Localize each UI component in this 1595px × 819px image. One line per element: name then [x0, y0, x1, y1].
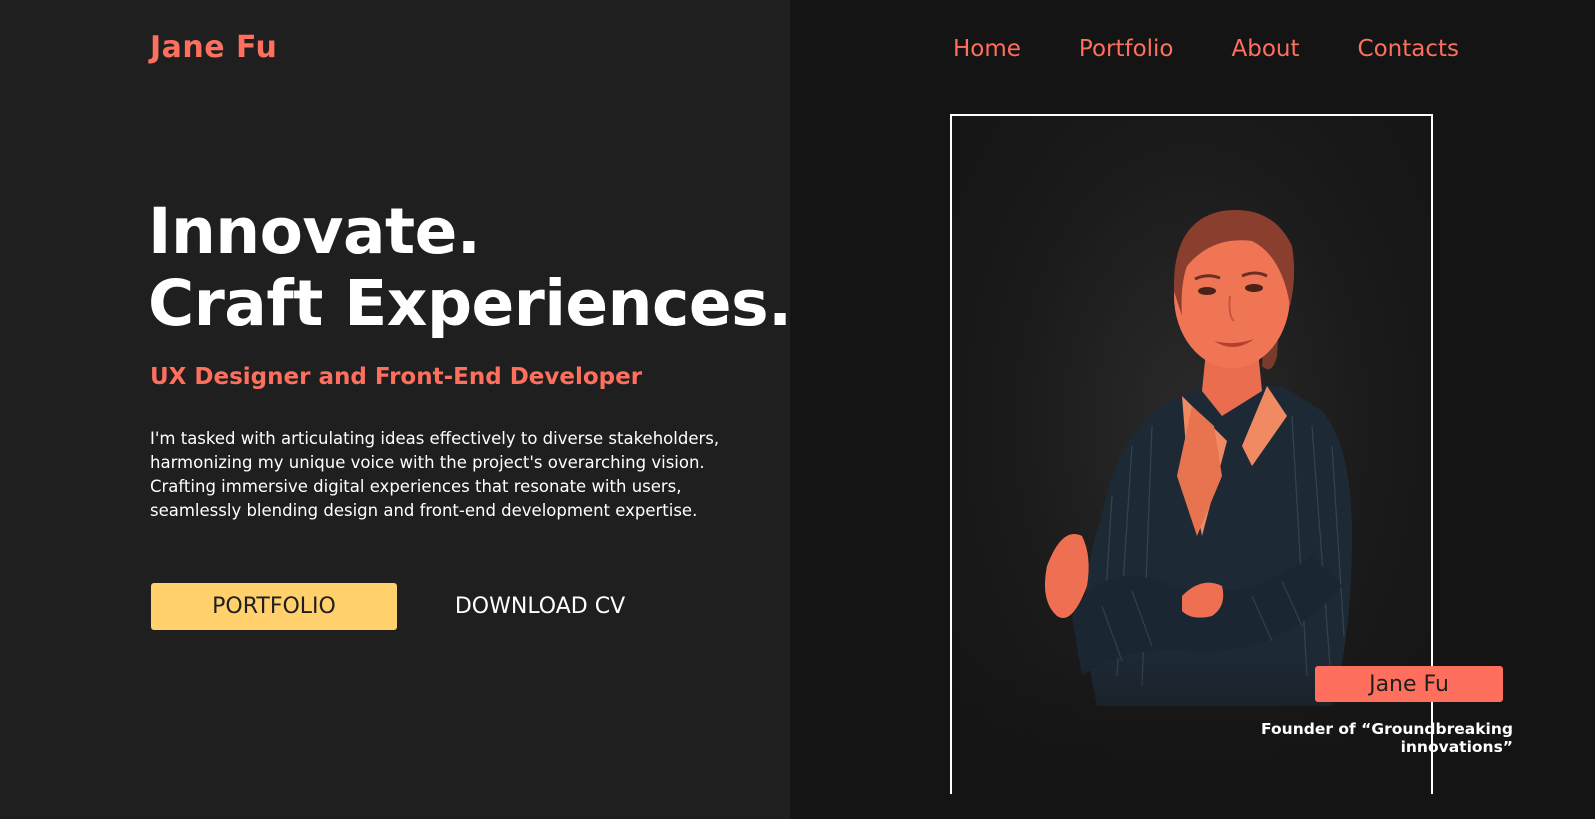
- name-tag: Jane Fu: [1315, 666, 1503, 702]
- nav-home[interactable]: Home: [953, 36, 1021, 62]
- nav-about[interactable]: About: [1232, 36, 1300, 62]
- headline-line-2: Craft Experiences.: [148, 267, 792, 340]
- main-nav: Home Portfolio About Contacts: [953, 36, 1459, 62]
- left-panel: [0, 0, 790, 819]
- hero-headline: Innovate. Craft Experiences.: [148, 196, 792, 340]
- hero-subtitle: UX Designer and Front-End Developer: [150, 364, 643, 390]
- portfolio-button[interactable]: PORTFOLIO: [151, 583, 397, 630]
- headline-line-1: Innovate.: [148, 195, 481, 268]
- nav-contacts[interactable]: Contacts: [1358, 36, 1459, 62]
- logo[interactable]: Jane Fu: [150, 30, 277, 65]
- hero-description: I'm tasked with articulating ideas effec…: [150, 429, 720, 520]
- founder-caption: Founder of “Groundbreaking innovations”: [1261, 720, 1513, 756]
- nav-portfolio[interactable]: Portfolio: [1079, 36, 1174, 62]
- download-cv-button[interactable]: DOWNLOAD CV: [440, 583, 640, 630]
